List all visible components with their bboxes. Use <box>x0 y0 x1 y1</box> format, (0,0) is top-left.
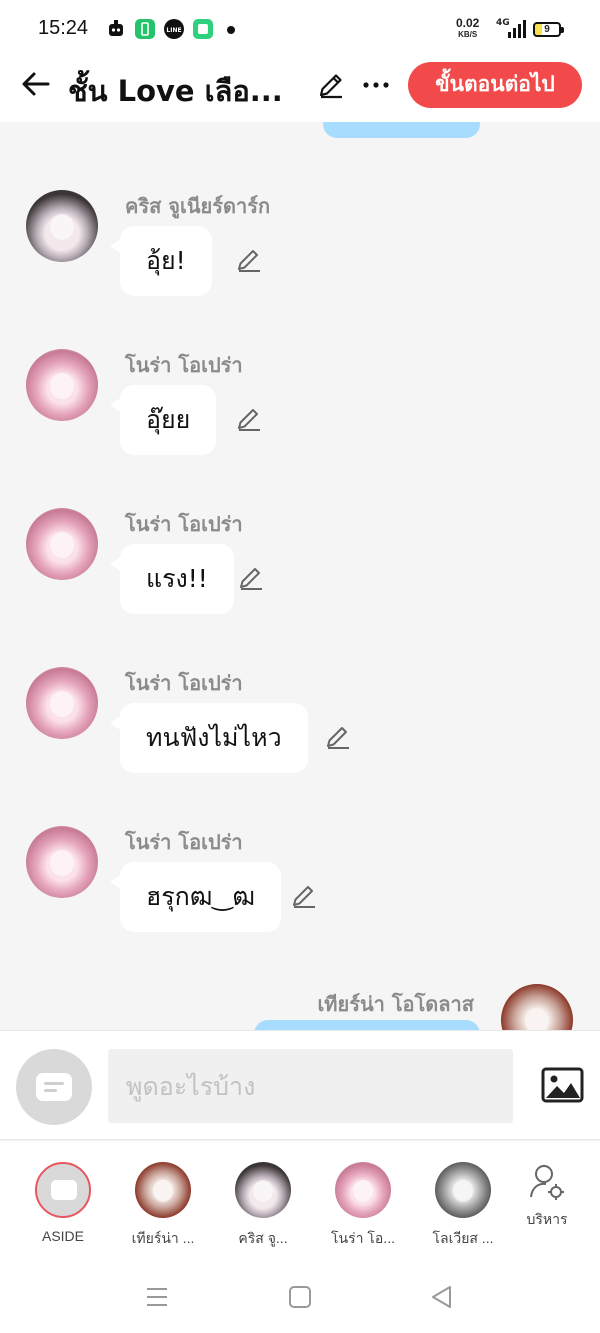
avatar[interactable] <box>26 349 98 421</box>
cast-label: โนร่า โอ... <box>331 1230 395 1246</box>
home-icon[interactable] <box>286 1283 314 1311</box>
manage-button[interactable]: บริหาร <box>502 1163 592 1231</box>
image-icon[interactable] <box>541 1067 584 1103</box>
net-speed-value: 0.02 <box>456 16 480 30</box>
aside-avatar <box>35 1162 91 1218</box>
outgoing-bubble-partial <box>254 1020 480 1030</box>
avatar[interactable] <box>26 508 98 580</box>
more-options-icon[interactable] <box>361 70 391 100</box>
status-bar: 15:24 LINE 0.02 KB/S 4G 9 <box>0 0 600 60</box>
bot-icon <box>106 19 126 39</box>
cast-character[interactable]: โลเวียส ... <box>418 1162 508 1250</box>
notification-dot <box>227 26 235 34</box>
next-step-button[interactable]: ขั้นตอนต่อไป <box>408 62 582 108</box>
outgoing-bubble-partial <box>323 122 480 138</box>
avatar[interactable] <box>26 826 98 898</box>
sender-name: โนร่า โอเปร่า <box>125 512 243 536</box>
chat-bubble-icon <box>36 1073 72 1101</box>
back-icon[interactable] <box>428 1283 456 1311</box>
back-arrow-icon[interactable] <box>20 68 52 100</box>
line-icon: LINE <box>164 19 184 39</box>
character-bar: ASIDE เทียร์น่า ... คริส จู... โนร่า โอ.… <box>0 1141 600 1261</box>
net-speed-unit: KB/S <box>458 30 478 39</box>
edit-pencil-icon[interactable] <box>290 882 318 910</box>
edit-pencil-icon[interactable] <box>237 564 265 592</box>
message-row: โนร่า โอเปร่า แรง!! <box>0 508 600 628</box>
sender-name: โนร่า โอเปร่า <box>125 353 243 377</box>
chat-header: ชั้น Love เลือ... ขั้นตอนต่อไป <box>0 60 600 122</box>
message-input[interactable] <box>108 1049 513 1123</box>
avatar[interactable] <box>26 667 98 739</box>
avatar <box>135 1162 191 1218</box>
battery-app-icon <box>135 19 155 39</box>
sender-name: คริส จูเนียร์ดาร์ก <box>125 194 271 218</box>
battery-level: 9 <box>544 24 550 35</box>
cast-character[interactable]: เทียร์น่า ... <box>118 1162 208 1250</box>
net-speed: 0.02 KB/S <box>456 16 480 40</box>
cast-label: ASIDE <box>41 1228 84 1244</box>
aside-toggle-button[interactable] <box>16 1049 92 1125</box>
chat-thread[interactable]: คริส จูเนียร์ดาร์ก อุ้ย! โนร่า โอเปร่า อ… <box>0 122 600 1030</box>
message-bubble[interactable]: ทนฟังไม่ไหว <box>110 703 308 773</box>
message-row: คริส จูเนียร์ดาร์ก อุ้ย! <box>0 190 600 310</box>
page-title: ชั้น Love เลือ... <box>68 74 283 108</box>
message-row: โนร่า โอเปร่า ทนฟังไม่ไหว <box>0 667 600 787</box>
edit-pencil-icon[interactable] <box>235 246 263 274</box>
composer <box>0 1030 600 1140</box>
message-bubble[interactable]: อุ้ย! <box>110 226 212 296</box>
message-bubble[interactable]: อุ๊ยย <box>109 385 217 455</box>
signal-icon <box>508 20 526 38</box>
menu-icon[interactable] <box>143 1283 171 1311</box>
edit-title-pencil-icon[interactable] <box>316 70 346 100</box>
cast-character[interactable]: คริส จู... <box>218 1162 308 1250</box>
message-bubble[interactable]: แรง!! <box>110 544 234 614</box>
svg-text:LINE: LINE <box>166 27 181 34</box>
status-time: 15:24 <box>38 17 89 39</box>
message-row: โนร่า โอเปร่า อุ๊ยย <box>0 349 600 469</box>
cast-character[interactable]: โนร่า โอ... <box>318 1162 408 1250</box>
edit-pencil-icon[interactable] <box>324 723 352 751</box>
avatar <box>335 1162 391 1218</box>
message-bubble[interactable]: ฮรุกฒ‿ฒ <box>109 862 282 932</box>
cast-label: บริหาร <box>526 1211 568 1227</box>
manage-user-icon <box>530 1165 564 1200</box>
message-row: โนร่า โอเปร่า ฮรุกฒ‿ฒ <box>0 826 600 946</box>
system-nav-bar <box>0 1261 600 1333</box>
sender-name: โนร่า โอเปร่า <box>125 671 243 695</box>
battery-icon: 9 <box>533 22 564 37</box>
edit-pencil-icon[interactable] <box>235 405 263 433</box>
cast-label: โลเวียส ... <box>432 1230 494 1246</box>
avatar[interactable] <box>26 190 98 262</box>
avatar <box>435 1162 491 1218</box>
sender-name: โนร่า โอเปร่า <box>125 830 243 854</box>
cast-label: เทียร์น่า ... <box>131 1230 195 1246</box>
outgoing-avatar[interactable] <box>501 984 573 1030</box>
outgoing-sender-name: เทียร์น่า โอโดลาส <box>317 992 474 1016</box>
cast-aside[interactable]: ASIDE <box>18 1162 108 1244</box>
avatar <box>235 1162 291 1218</box>
app-icon <box>193 19 213 39</box>
cast-label: คริส จู... <box>238 1230 288 1246</box>
